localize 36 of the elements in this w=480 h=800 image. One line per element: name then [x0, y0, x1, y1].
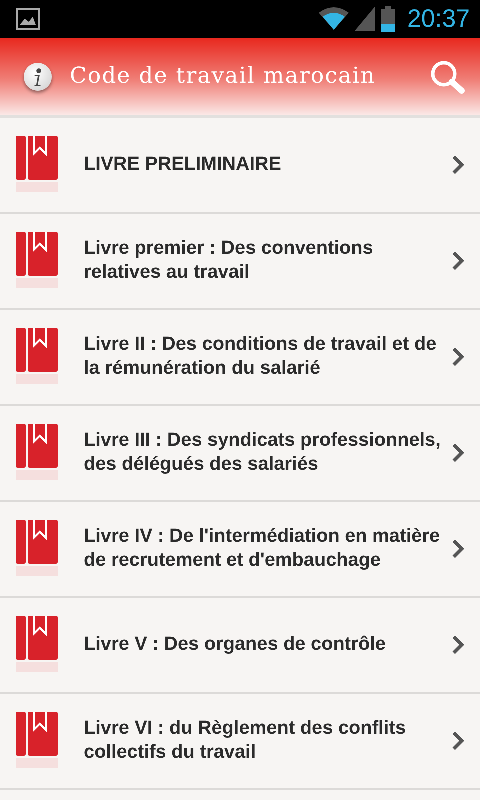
- book-icon: [16, 424, 58, 482]
- book-item[interactable]: Livre premier : Des conventions relatives au travail: [0, 214, 480, 310]
- app-title: Code de travail marocain: [70, 64, 377, 89]
- book-icon: [16, 520, 58, 578]
- chevron-right-icon: [452, 731, 464, 751]
- book-title: Livre III : Des syndicats professionnels, des délégués des salariés: [84, 429, 442, 477]
- book-title: Livre IV : De l'intermédiation en matière de recrutement et d'embauchage: [84, 525, 442, 573]
- book-icon: [16, 136, 58, 194]
- book-title: LIVRE PRELIMINAIRE: [84, 153, 282, 177]
- chevron-right-icon: [452, 155, 464, 175]
- book-item[interactable]: LIVRE PRELIMINAIRE: [0, 118, 480, 214]
- book-icon: [16, 232, 58, 290]
- signal-icon: [355, 7, 376, 31]
- book-item[interactable]: Livre III : Des syndicats professionnels, des délégués des salariés: [0, 406, 480, 502]
- picture-notification-icon: [16, 8, 40, 30]
- book-title: Livre II : Des conditions de travail et de la rémunération du salarié: [84, 333, 438, 381]
- book-icon: [16, 328, 58, 386]
- chevron-right-icon: [452, 443, 464, 463]
- clock-time: 20:37: [407, 4, 470, 34]
- book-icon: [16, 712, 58, 770]
- chevron-right-icon: [452, 251, 464, 271]
- book-title: Livre premier : Des conventions relatives au travail: [84, 237, 374, 285]
- book-icon: [16, 616, 58, 674]
- chevron-right-icon: [452, 347, 464, 367]
- book-item[interactable]: Livre II : Des conditions de travail et de la rémunération du salarié: [0, 310, 480, 406]
- book-title: Livre VI : du Règlement des conflits collectifs du travail: [84, 717, 408, 765]
- chevron-right-icon: [452, 635, 464, 655]
- battery-icon: [381, 6, 396, 32]
- book-title: Livre V : Des organes de contrôle: [84, 633, 387, 657]
- wifi-icon: [319, 7, 350, 31]
- book-item[interactable]: Livre V : Des organes de contrôle: [0, 598, 480, 694]
- book-item[interactable]: Livre IV : De l'intermédiation en matière de recrutement et d'embauchage: [0, 502, 480, 598]
- search-icon[interactable]: [430, 60, 466, 94]
- chevron-right-icon: [452, 539, 464, 559]
- info-icon[interactable]: [24, 62, 52, 90]
- book-item[interactable]: Livre VI : du Règlement des conflits collectifs du travail: [0, 694, 480, 790]
